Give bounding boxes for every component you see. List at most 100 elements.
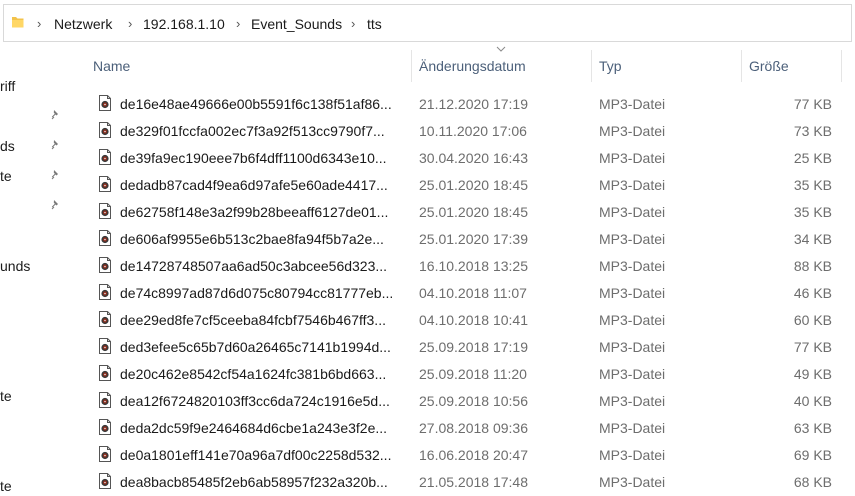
file-size: 73 KB: [793, 123, 832, 139]
file-modified-date: 25.09.2018 11:20: [419, 366, 527, 382]
mp3-file-icon: [98, 284, 112, 305]
mp3-file-icon: [98, 419, 112, 440]
file-name: dea12f6724820103ff3cc6da724c1916e5d...: [120, 393, 390, 409]
file-type: MP3-Datei: [599, 393, 666, 409]
breadcrumb-ip[interactable]: 192.168.1.10: [143, 16, 225, 32]
file-name: ded3efee5c65b7d60a26465c7141b1994d...: [120, 339, 391, 355]
pin-icon[interactable]: [50, 169, 62, 181]
file-modified-date: 21.12.2020 17:19: [419, 96, 528, 112]
file-row[interactable]: de74c8997ad87d6d075c80794cc81777eb... 04.…: [90, 280, 842, 307]
nav-item-label[interactable]: unds: [0, 258, 30, 274]
file-type: MP3-Datei: [599, 420, 666, 436]
chevron-right-icon[interactable]: ›: [236, 16, 240, 31]
file-size: 40 KB: [793, 393, 832, 409]
file-row[interactable]: dea12f6724820103ff3cc6da724c1916e5d... 25…: [90, 388, 842, 415]
column-divider[interactable]: [841, 50, 842, 82]
nav-item-label[interactable]: te: [0, 478, 12, 494]
pin-icon[interactable]: [50, 109, 62, 121]
mp3-file-icon: [98, 446, 112, 467]
nav-item-label[interactable]: te: [0, 388, 12, 404]
file-type: MP3-Datei: [599, 177, 666, 193]
chevron-right-icon[interactable]: ›: [37, 16, 41, 31]
column-header-size[interactable]: Größe: [749, 58, 789, 74]
file-name: de74c8997ad87d6d075c80794cc81777eb...: [120, 285, 394, 301]
file-row[interactable]: de606af9955e6b513c2bae8fa94f5b7a2e... 25.…: [90, 226, 842, 253]
column-header-name[interactable]: Name: [93, 58, 130, 74]
file-name: deda2dc59f9e2464684d6cbe1a243e3f2e...: [120, 420, 388, 436]
file-modified-date: 04.10.2018 10:41: [419, 312, 528, 328]
file-type: MP3-Datei: [599, 447, 666, 463]
file-row[interactable]: dee29ed8fe7cf5ceeba84fcbf7546b467ff3... 0…: [90, 307, 842, 334]
file-name: de329f01fccfa002ec7f3a92f513cc9790f7...: [120, 123, 385, 139]
mp3-file-icon: [98, 257, 112, 278]
chevron-right-icon[interactable]: ›: [128, 16, 132, 31]
file-size: 35 KB: [793, 204, 832, 220]
pin-icon[interactable]: [50, 199, 62, 211]
breadcrumb-netzwerk[interactable]: Netzwerk: [54, 16, 112, 32]
pin-icon[interactable]: [50, 139, 62, 151]
file-size: 63 KB: [793, 420, 832, 436]
file-modified-date: 25.09.2018 17:19: [419, 339, 528, 355]
chevron-right-icon[interactable]: ›: [351, 16, 355, 31]
file-type: MP3-Datei: [599, 258, 666, 274]
file-name: de62758f148e3a2f99b28beeaff6127de01...: [120, 204, 389, 220]
folder-icon: [12, 17, 24, 28]
file-modified-date: 25.01.2020 18:45: [419, 204, 528, 220]
file-type: MP3-Datei: [599, 204, 666, 220]
file-size: 68 KB: [793, 474, 832, 490]
nav-item-label[interactable]: riff: [0, 78, 15, 94]
file-name: de20c462e8542cf54a1624fc381b6bd663...: [120, 366, 387, 382]
file-type: MP3-Datei: [599, 366, 666, 382]
column-header-type[interactable]: Typ: [599, 58, 622, 74]
file-type: MP3-Datei: [599, 312, 666, 328]
mp3-file-icon: [98, 176, 112, 197]
breadcrumb-event-sounds[interactable]: Event_Sounds: [251, 16, 342, 32]
file-modified-date: 04.10.2018 11:07: [419, 285, 527, 301]
file-row[interactable]: de329f01fccfa002ec7f3a92f513cc9790f7... 1…: [90, 118, 842, 145]
file-row[interactable]: ded3efee5c65b7d60a26465c7141b1994d... 25.…: [90, 334, 842, 361]
file-modified-date: 16.10.2018 13:25: [419, 258, 528, 274]
file-type: MP3-Datei: [599, 339, 666, 355]
mp3-file-icon: [98, 149, 112, 170]
mp3-file-icon: [98, 338, 112, 359]
file-row[interactable]: dedadb87cad4f9ea6d97afe5e60ade4417... 25.…: [90, 172, 842, 199]
file-type: MP3-Datei: [599, 96, 666, 112]
mp3-file-icon: [98, 203, 112, 224]
file-modified-date: 25.01.2020 18:45: [419, 177, 528, 193]
mp3-file-icon: [98, 365, 112, 386]
file-size: 69 KB: [793, 447, 832, 463]
column-divider[interactable]: [411, 50, 412, 82]
address-bar[interactable]: › Netzwerk › 192.168.1.10 › Event_Sounds…: [3, 4, 852, 42]
column-header-date[interactable]: Änderungsdatum: [419, 58, 526, 74]
mp3-file-icon: [98, 95, 112, 116]
file-row[interactable]: dea8bacb85485f2eb6ab58957f232a320b... 21.…: [90, 469, 842, 496]
file-row[interactable]: de62758f148e3a2f99b28beeaff6127de01... 25…: [90, 199, 842, 226]
file-name: de0a1801eff141e70a96a7df00c2258d532...: [120, 447, 392, 463]
navigation-pane: riff ds te unds te te: [0, 42, 70, 494]
file-size: 46 KB: [793, 285, 832, 301]
column-divider[interactable]: [741, 50, 742, 82]
nav-item-label[interactable]: ds: [0, 138, 15, 154]
file-type: MP3-Datei: [599, 231, 666, 247]
file-type: MP3-Datei: [599, 123, 666, 139]
file-size: 49 KB: [793, 366, 832, 382]
file-type: MP3-Datei: [599, 474, 666, 490]
file-name: dea8bacb85485f2eb6ab58957f232a320b...: [120, 474, 388, 490]
file-row[interactable]: de16e48ae49666e00b5591f6c138f51af86... 21…: [90, 91, 842, 118]
file-row[interactable]: de39fa9ec190eee7b6f4dff1100d6343e10... 30…: [90, 145, 842, 172]
nav-item-label[interactable]: te: [0, 168, 12, 184]
column-divider[interactable]: [591, 50, 592, 82]
file-name: dee29ed8fe7cf5ceeba84fcbf7546b467ff3...: [120, 312, 386, 328]
file-modified-date: 10.11.2020 17:06: [419, 123, 527, 139]
file-row[interactable]: de0a1801eff141e70a96a7df00c2258d532... 16…: [90, 442, 842, 469]
file-row[interactable]: de14728748507aa6ad50c3abcee56d323... 16.1…: [90, 253, 842, 280]
mp3-file-icon: [98, 122, 112, 143]
mp3-file-icon: [98, 230, 112, 251]
file-row[interactable]: deda2dc59f9e2464684d6cbe1a243e3f2e... 27.…: [90, 415, 842, 442]
file-row[interactable]: de20c462e8542cf54a1624fc381b6bd663... 25.…: [90, 361, 842, 388]
sort-descending-icon: [496, 46, 506, 52]
file-type: MP3-Datei: [599, 285, 666, 301]
file-name: de16e48ae49666e00b5591f6c138f51af86...: [120, 96, 392, 112]
breadcrumb-tts[interactable]: tts: [367, 16, 382, 32]
file-size: 25 KB: [793, 150, 832, 166]
